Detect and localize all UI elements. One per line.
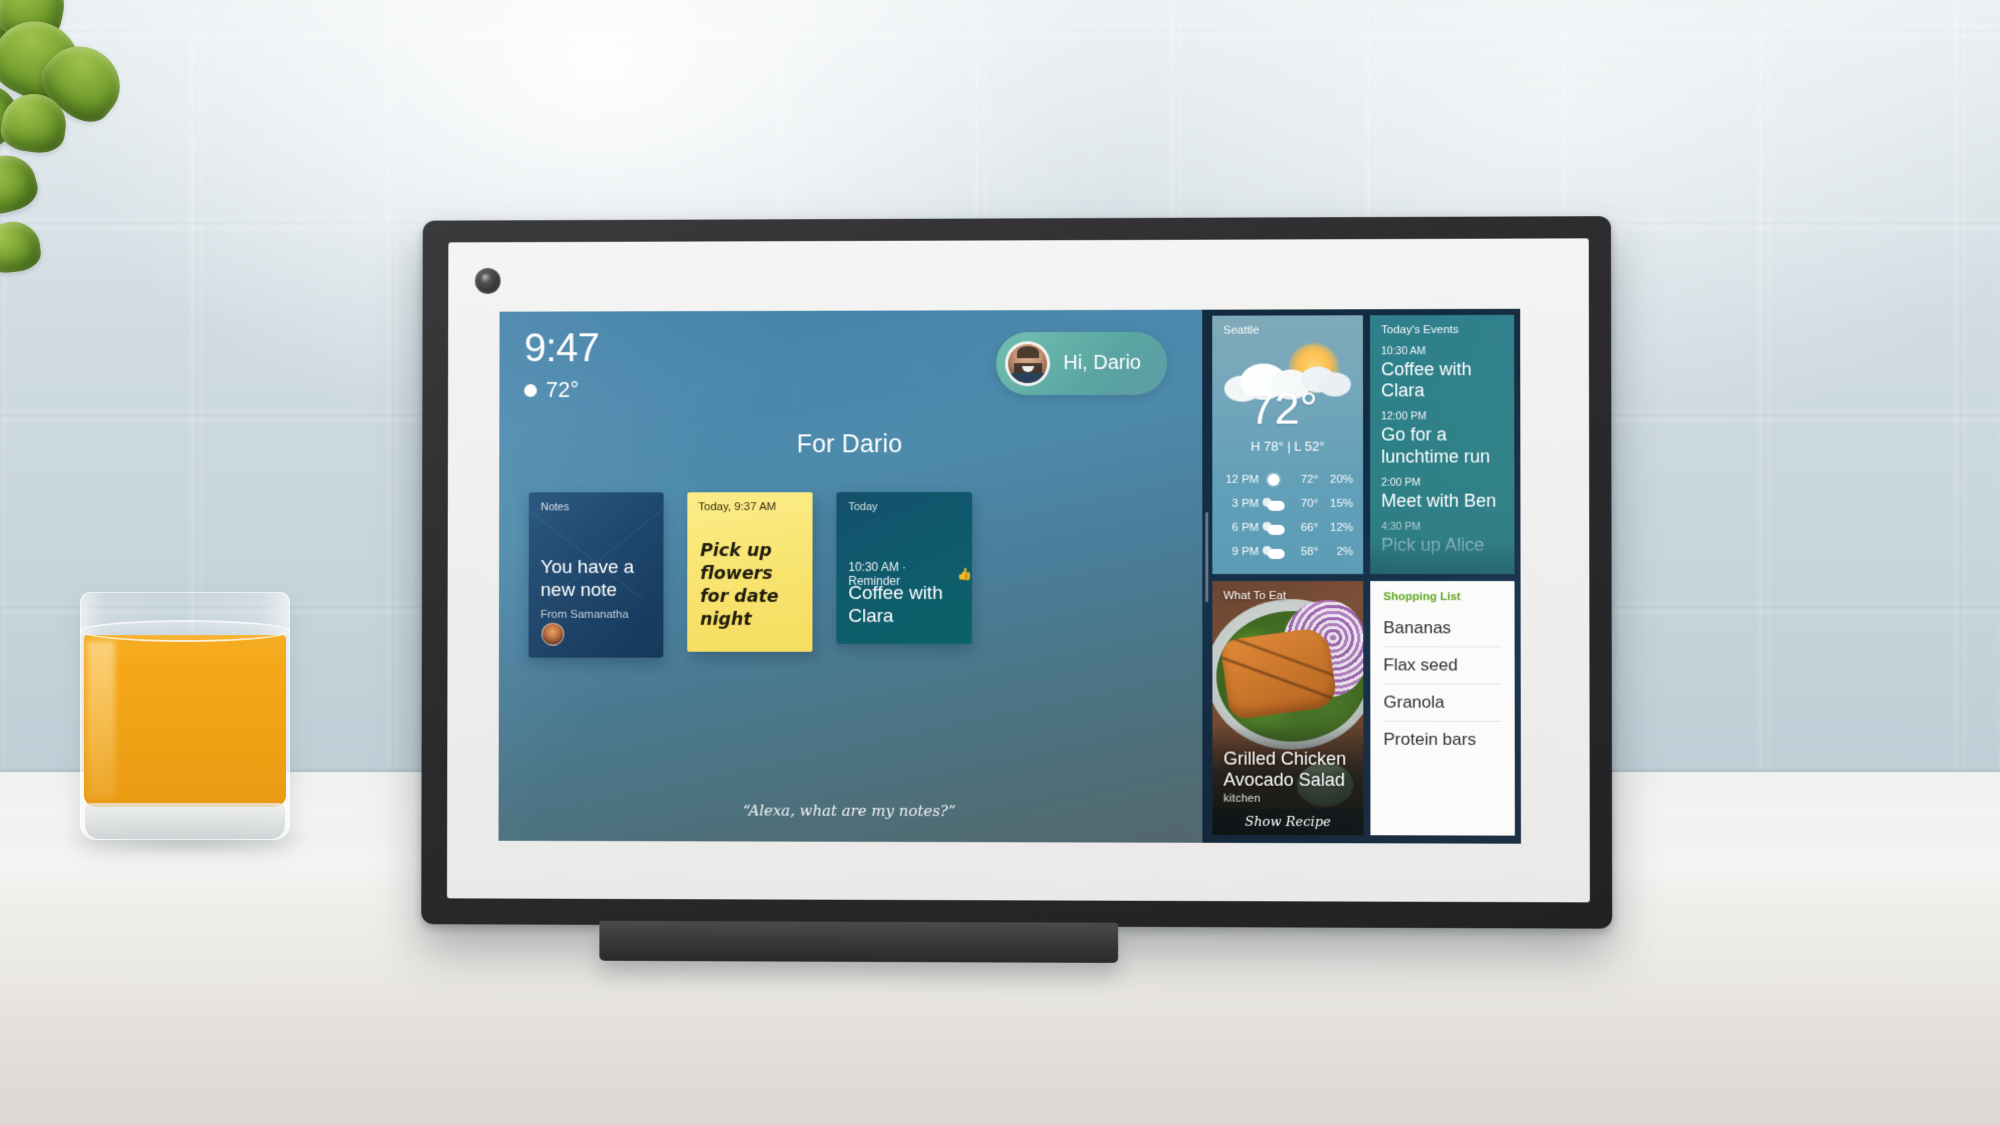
forecast-time: 3 PM (1222, 498, 1259, 510)
sun-icon (1259, 474, 1289, 486)
card-row: Notes You have a new note From Samanatha… (529, 492, 973, 658)
forecast-temp: 70° (1289, 498, 1319, 510)
reminder-card-title: Coffee with Clara (848, 582, 962, 628)
forecast-precip: 2% (1318, 546, 1353, 558)
orange-juice-glass (80, 592, 290, 840)
kitchen-scene: 9:47 72° Hi, Dario For Dario Notes You h… (0, 0, 2000, 1125)
weather-temperature: 72° (1212, 385, 1355, 430)
shopping-list-item[interactable]: Bananas (1383, 610, 1501, 647)
note-card[interactable]: Notes You have a new note From Samanatha (529, 492, 664, 657)
show-recipe-button[interactable]: Show Recipe (1212, 809, 1363, 836)
widget-pane: Seattle 72° H 78° | L 52° 12 PM 72° 20% … (1202, 309, 1521, 844)
shopping-list-item[interactable]: Granola (1383, 684, 1501, 721)
widget-row-bottom: What To Eat Grilled Chicken Avocado Sala… (1212, 581, 1515, 836)
smart-display-device: 9:47 72° Hi, Dario For Dario Notes You h… (421, 216, 1612, 929)
shopping-list-item[interactable]: Flax seed (1383, 647, 1501, 684)
forecast-time: 6 PM (1222, 522, 1259, 534)
sticky-note-timestamp: Today, 9:37 AM (698, 501, 776, 513)
event-name: Coffee with Clara (1381, 359, 1503, 402)
partly-cloudy-icon (1259, 521, 1289, 534)
sticky-note-text: Pick up flowers for date night (700, 540, 801, 632)
weather-city: Seattle (1223, 325, 1259, 337)
clock-widget[interactable]: 9:47 72° (524, 328, 599, 403)
partly-cloudy-icon (1259, 545, 1289, 558)
recipe-brand: kitchen (1223, 793, 1260, 805)
widget-row-top: Seattle 72° H 78° | L 52° 12 PM 72° 20% … (1212, 315, 1514, 574)
weather-widget[interactable]: Seattle 72° H 78° | L 52° 12 PM 72° 20% … (1212, 315, 1363, 574)
shopping-list-widget[interactable]: Shopping List Bananas Flax seed Granola … (1370, 581, 1515, 836)
event-list-item[interactable]: 12:00 PM Go for a lunchtime run (1381, 411, 1503, 468)
events-widget[interactable]: Today's Events 10:30 AM Coffee with Clar… (1370, 315, 1515, 574)
event-time: 10:30 AM (1381, 345, 1503, 357)
note-card-sender: From Samanatha (541, 609, 654, 621)
glass-rim (80, 620, 290, 642)
clock-temperature: 72° (546, 377, 579, 403)
home-pane: 9:47 72° Hi, Dario For Dario Notes You h… (499, 310, 1203, 843)
recipe-widget[interactable]: What To Eat Grilled Chicken Avocado Sala… (1212, 581, 1363, 835)
event-time: 4:30 PM (1381, 521, 1503, 533)
forecast-time: 12 PM (1222, 474, 1259, 486)
hourly-forecast-row: 6 PM 66° 12% (1222, 516, 1353, 540)
forecast-temp: 58° (1289, 546, 1319, 558)
recipe-kicker: What To Eat (1223, 590, 1286, 602)
forecast-temp: 66° (1289, 522, 1319, 534)
page-title: For Dario (499, 430, 1202, 460)
alexa-hint: “Alexa, what are my notes?” (499, 801, 1203, 821)
widget-scrollbar[interactable] (1205, 512, 1208, 602)
hourly-forecast-row: 12 PM 72° 20% (1222, 468, 1353, 492)
display-screen[interactable]: 9:47 72° Hi, Dario For Dario Notes You h… (499, 309, 1521, 844)
note-card-headline: You have a new note (541, 556, 654, 602)
recipe-title: Grilled Chicken Avocado Salad (1223, 748, 1355, 791)
weather-high-low: H 78° | L 52° (1212, 439, 1363, 454)
forecast-temp: 72° (1289, 474, 1319, 486)
forecast-time: 9 PM (1222, 546, 1259, 558)
event-name: Go for a lunchtime run (1381, 425, 1503, 468)
forecast-precip: 20% (1318, 474, 1353, 486)
events-title: Today's Events (1381, 324, 1503, 336)
thumbs-up-icon: 👍 (957, 567, 972, 581)
forecast-precip: 15% (1318, 498, 1353, 510)
hourly-forecast-row: 3 PM 70° 15% (1222, 492, 1353, 516)
avatar (1005, 341, 1050, 386)
note-sender-avatar (541, 623, 564, 646)
jade-plant (0, 0, 240, 300)
greeting-chip[interactable]: Hi, Dario (996, 332, 1167, 395)
greeting-text: Hi, Dario (1063, 352, 1141, 375)
event-list-item[interactable]: 2:00 PM Meet with Ben (1381, 476, 1503, 511)
event-time: 2:00 PM (1381, 476, 1503, 488)
device-stand (599, 921, 1118, 963)
shopping-list-item[interactable]: Protein bars (1383, 722, 1501, 758)
event-list-item[interactable]: 10:30 AM Coffee with Clara (1381, 345, 1503, 402)
hourly-forecast-list: 12 PM 72° 20% 3 PM 70° 15% 6 PM 66° 12% … (1222, 468, 1353, 564)
reminder-card-kicker: Today (848, 501, 877, 513)
sun-icon (524, 384, 537, 397)
reminder-card[interactable]: Today 10:30 AM · Reminder 👍 Coffee with … (836, 492, 972, 644)
event-name: Meet with Ben (1381, 491, 1503, 512)
shopping-list-title: Shopping List (1383, 591, 1501, 603)
front-camera-icon (475, 268, 501, 294)
forecast-precip: 12% (1318, 522, 1353, 534)
event-time: 12:00 PM (1381, 411, 1503, 423)
events-fade-overlay (1370, 540, 1514, 574)
partly-cloudy-icon (1259, 497, 1289, 510)
sticky-note-card[interactable]: Today, 9:37 AM Pick up flowers for date … (687, 492, 812, 652)
hourly-forecast-row: 9 PM 58° 2% (1222, 540, 1353, 564)
note-card-kicker: Notes (541, 501, 569, 513)
clock-time: 9:47 (524, 328, 599, 368)
